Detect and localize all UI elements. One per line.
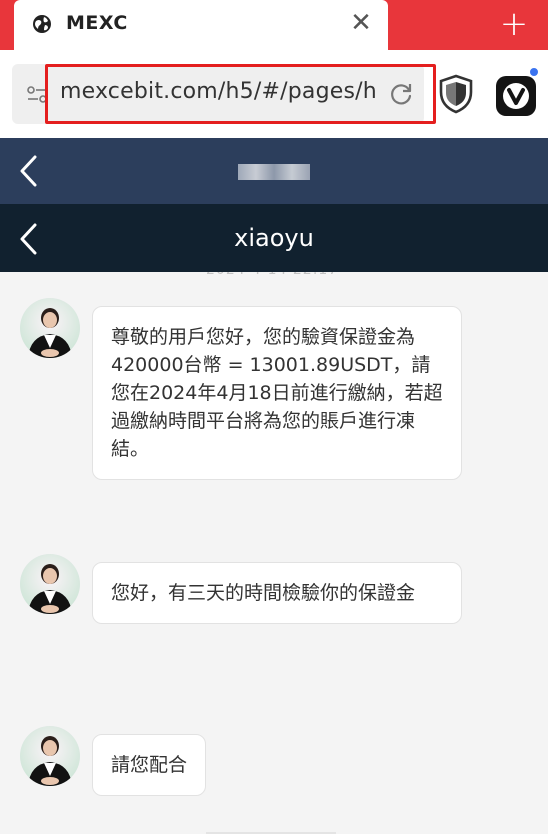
avatar[interactable]	[20, 554, 80, 614]
agent-portrait	[20, 554, 80, 614]
browser-tab-strip: MEXC ✕ +	[0, 0, 548, 50]
tab-close-button[interactable]: ✕	[348, 10, 374, 36]
notification-badge	[528, 66, 540, 78]
chevron-left-icon[interactable]	[18, 222, 40, 256]
address-bar-row: mexcebit.com/h5/#/pages/h	[0, 50, 548, 138]
reload-icon[interactable]	[388, 81, 414, 107]
chat-header: xiaoyu	[0, 204, 548, 272]
chat-title: xiaoyu	[234, 224, 314, 252]
agent-portrait	[20, 298, 80, 358]
address-field[interactable]: mexcebit.com/h5/#/pages/h	[12, 64, 436, 124]
browser-tab[interactable]: MEXC ✕	[14, 0, 388, 50]
tab-title: MEXC	[66, 12, 128, 34]
blurred-title	[238, 164, 310, 180]
new-tab-button[interactable]: +	[498, 7, 530, 41]
chat-bubble: 您好，有三天的時間檢驗你的保證金	[92, 562, 462, 624]
chat-bubble: 請您配合	[92, 734, 207, 796]
vivaldi-icon[interactable]	[496, 76, 536, 116]
agent-portrait	[20, 726, 80, 786]
globe-icon	[33, 15, 51, 33]
app-header	[0, 138, 548, 204]
timestamp-partial: 2024-4-14 22:17	[206, 272, 338, 278]
shield-icon[interactable]	[438, 74, 474, 114]
chat-bubble: 尊敬的用戶您好，您的驗資保證金為420000台幣 = 13001.89USDT，…	[92, 306, 462, 480]
url-text[interactable]: mexcebit.com/h5/#/pages/h	[60, 79, 377, 104]
chat-messages[interactable]: 2024-4-14 22:17 尊敬的用戶您好，您的驗資保證金為420000台幣…	[0, 272, 548, 834]
avatar[interactable]	[20, 298, 80, 358]
avatar[interactable]	[20, 726, 80, 786]
chevron-left-icon[interactable]	[18, 154, 40, 188]
